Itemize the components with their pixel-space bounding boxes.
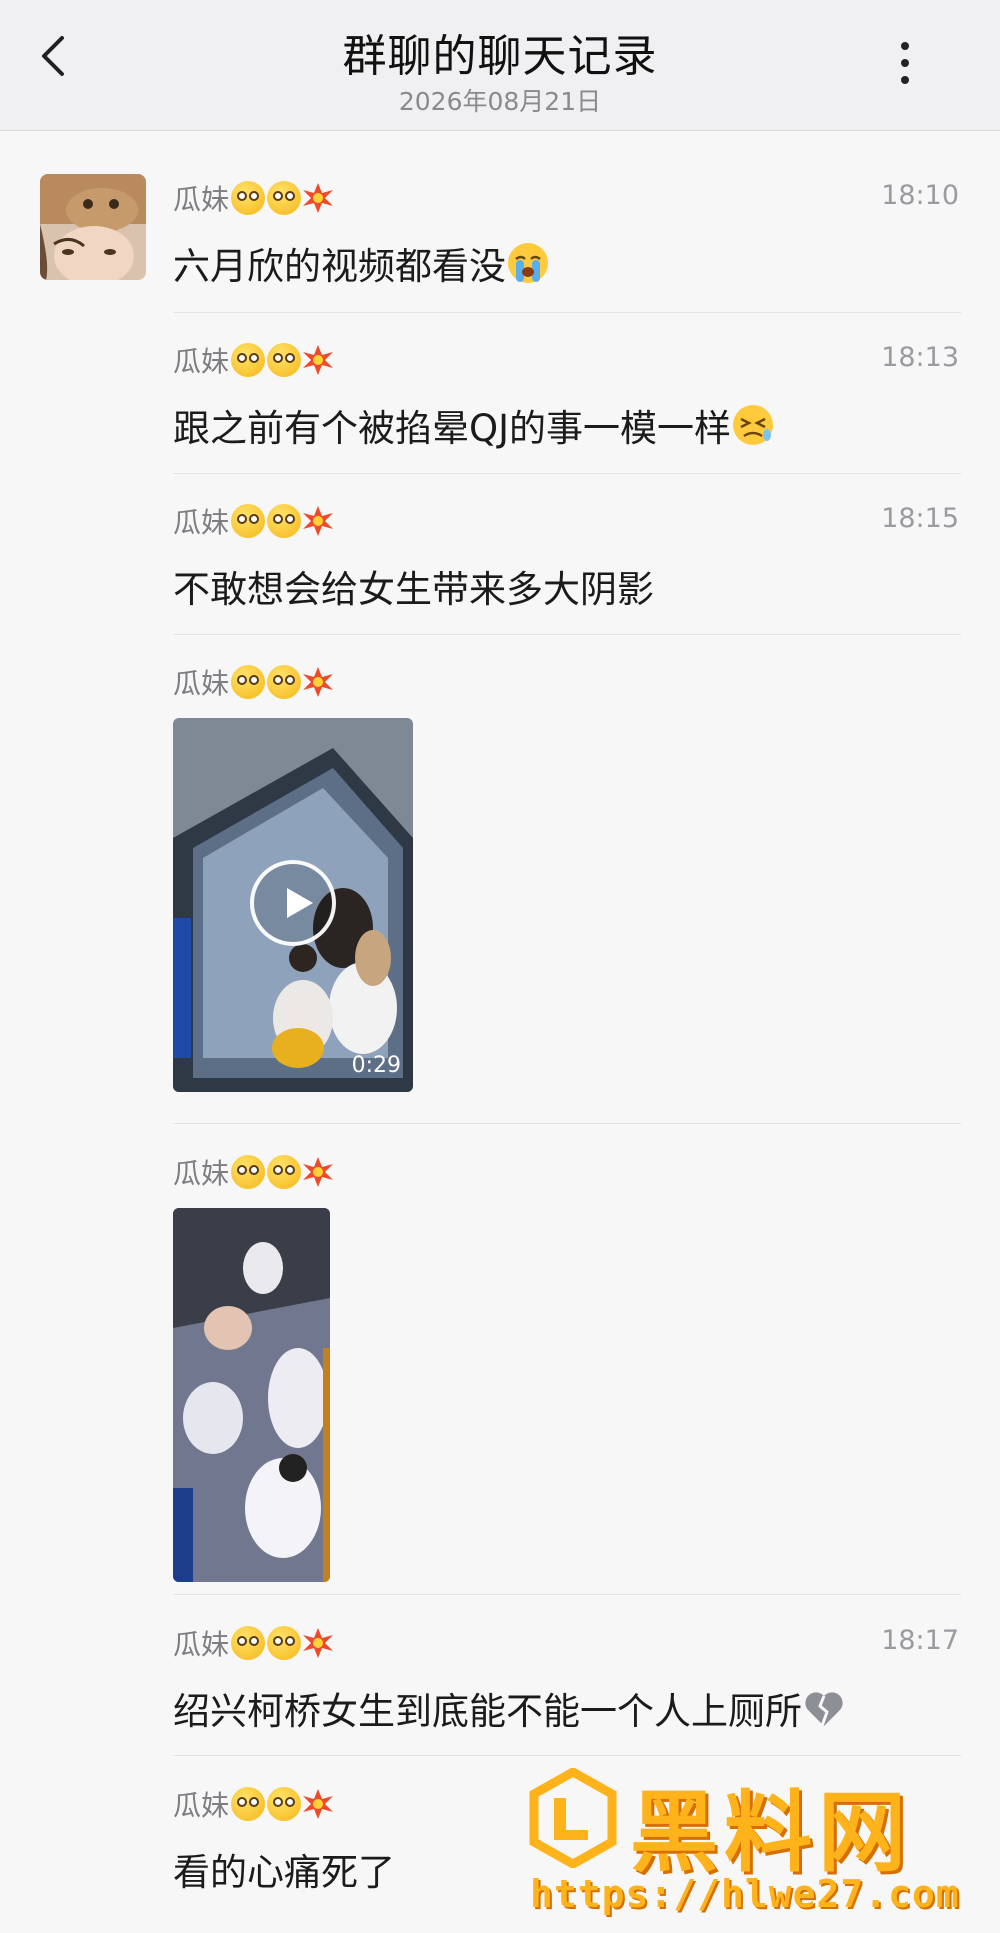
watermark-url: https://hlwe27.com xyxy=(530,1872,960,1916)
dizzy-face-icon xyxy=(267,1626,302,1660)
chat-message[interactable]: 瓜妹 0:29 xyxy=(173,662,961,1092)
collision-icon xyxy=(303,506,334,536)
message-text[interactable]: 跟之前有个被掐晕QJ的事一模一样 xyxy=(173,398,775,452)
page-title: 群聊的聊天记录 xyxy=(342,31,658,82)
collision-icon xyxy=(303,1789,334,1819)
dizzy-face-icon xyxy=(231,1626,266,1660)
chat-message[interactable]: 瓜妹 18:17 绍兴柯桥女生到底能不能一个人上厕所 xyxy=(173,1623,961,1743)
sender-name-group: 瓜妹 xyxy=(173,1152,335,1192)
watermark-logo-icon xyxy=(529,1768,617,1868)
message-divider xyxy=(173,1755,961,1756)
chat-message[interactable]: 瓜妹 18:10 六月欣的视频都看没 xyxy=(173,178,961,298)
dizzy-face-icon xyxy=(267,1155,302,1189)
message-time: 18:13 xyxy=(881,342,959,373)
message-text[interactable]: 绍兴柯桥女生到底能不能一个人上厕所 xyxy=(173,1681,846,1735)
sender-name-group: 瓜妹 xyxy=(173,340,335,380)
message-text[interactable]: 六月欣的视频都看没 xyxy=(173,236,550,290)
dizzy-face-icon xyxy=(267,181,302,215)
dizzy-face-icon xyxy=(267,504,302,538)
message-divider xyxy=(173,1594,961,1595)
collision-icon xyxy=(303,183,334,213)
message-time: 18:17 xyxy=(881,1625,959,1656)
dizzy-face-icon xyxy=(231,665,266,699)
message-text-content: 看的心痛死了 xyxy=(173,1851,395,1894)
sender-name: 瓜妹 xyxy=(173,1628,230,1661)
dizzy-face-icon xyxy=(267,1787,302,1821)
collision-icon xyxy=(303,345,334,375)
image-preview xyxy=(173,1208,330,1582)
watermark-text: 黑料网 xyxy=(630,1781,913,1884)
sender-name-group: 瓜妹 xyxy=(173,662,335,702)
dizzy-face-icon xyxy=(231,504,266,538)
message-divider xyxy=(173,312,961,313)
dizzy-face-icon xyxy=(267,665,302,699)
message-text-content: 跟之前有个被掐晕QJ的事一模一样 xyxy=(173,407,732,450)
chat-message[interactable]: 瓜妹 18:13 跟之前有个被掐晕QJ的事一模一样 xyxy=(173,340,961,460)
image-thumbnail[interactable] xyxy=(173,1208,330,1582)
dizzy-face-icon xyxy=(231,343,266,377)
top-bar: 群聊的聊天记录 2026年08月21日 xyxy=(0,0,1000,131)
message-text-content: 绍兴柯桥女生到底能不能一个人上厕所 xyxy=(173,1690,802,1733)
message-text[interactable]: 看的心痛死了 xyxy=(173,1842,395,1896)
dizzy-face-icon xyxy=(231,181,266,215)
chat-message[interactable]: 瓜妹 18:15 不敢想会给女生带来多大阴影 xyxy=(173,501,961,621)
sender-name: 瓜妹 xyxy=(173,345,230,378)
message-divider xyxy=(173,634,961,635)
collision-icon xyxy=(303,1628,334,1658)
more-button[interactable] xyxy=(880,28,930,98)
collision-icon xyxy=(303,1157,334,1187)
chat-date: 2026年08月21日 xyxy=(398,87,602,116)
chat-message[interactable]: 瓜妹 xyxy=(173,1152,961,1582)
dizzy-face-icon xyxy=(267,343,302,377)
play-button[interactable] xyxy=(250,860,336,946)
message-time: 18:10 xyxy=(881,180,959,211)
sender-name-group: 瓜妹 xyxy=(173,501,335,541)
sender-name: 瓜妹 xyxy=(173,1789,230,1822)
sender-name: 瓜妹 xyxy=(173,1157,230,1190)
more-vertical-icon xyxy=(901,42,909,84)
sender-name-group: 瓜妹 xyxy=(173,1784,335,1824)
sender-name-group: 瓜妹 xyxy=(173,178,335,218)
avatar[interactable] xyxy=(40,174,146,280)
message-text[interactable]: 不敢想会给女生带来多大阴影 xyxy=(173,559,654,613)
video-thumbnail[interactable]: 0:29 xyxy=(173,718,413,1092)
sender-name: 瓜妹 xyxy=(173,183,230,216)
video-duration: 0:29 xyxy=(351,1053,401,1078)
message-divider xyxy=(173,1123,961,1124)
collision-icon xyxy=(303,667,334,697)
avatar-photo xyxy=(40,174,146,280)
message-time: 18:15 xyxy=(881,503,959,534)
broken-heart-icon xyxy=(805,1692,843,1727)
sender-name: 瓜妹 xyxy=(173,506,230,539)
persevering-face-icon xyxy=(733,405,774,445)
sender-name-group: 瓜妹 xyxy=(173,1623,335,1663)
message-text-content: 不敢想会给女生带来多大阴影 xyxy=(173,568,654,611)
message-text-content: 六月欣的视频都看没 xyxy=(173,245,506,288)
loudly-crying-face-icon xyxy=(508,243,548,283)
message-divider xyxy=(173,473,961,474)
sender-name: 瓜妹 xyxy=(173,667,230,700)
dizzy-face-icon xyxy=(231,1787,266,1821)
dizzy-face-icon xyxy=(231,1155,266,1189)
